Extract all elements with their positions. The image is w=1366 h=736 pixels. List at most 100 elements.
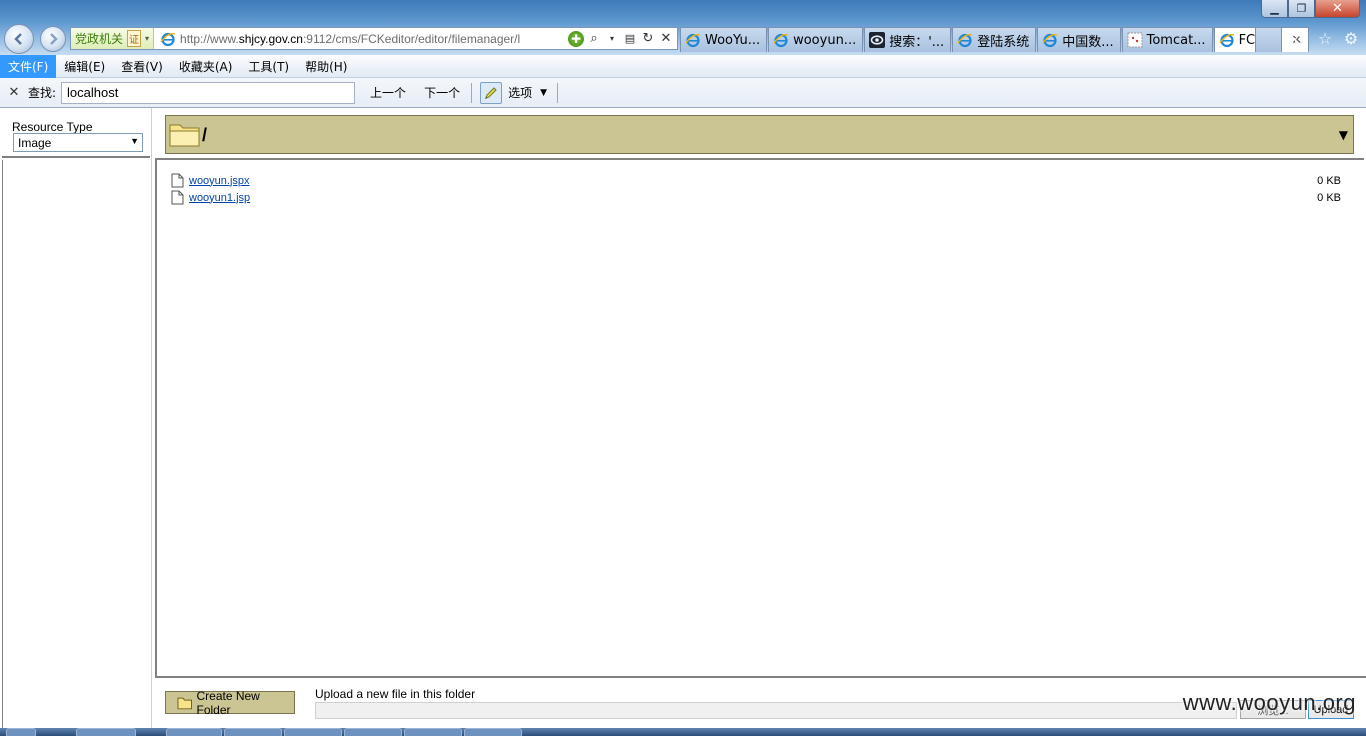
- file-icon: [171, 190, 184, 205]
- resource-type-select[interactable]: Image ▼: [13, 133, 143, 152]
- tab-wooyun[interactable]: wooyun...: [768, 27, 864, 52]
- chevron-down-icon[interactable]: ▾: [145, 34, 149, 43]
- menu-favorites[interactable]: 收藏夹(A): [171, 55, 241, 78]
- file-row: wooyun.jspx 0 KB: [171, 172, 1341, 189]
- taskbar-item[interactable]: [166, 728, 222, 736]
- menu-bar: 文件(F) 编辑(E) 查看(V) 收藏夹(A) 工具(T) 帮助(H): [0, 54, 1366, 78]
- folder-icon: [177, 697, 193, 709]
- file-icon: [171, 173, 184, 188]
- window-controls: ▁ ❐ ✕: [1261, 0, 1360, 18]
- find-label: 查找:: [28, 86, 57, 100]
- resource-type-value: Image: [18, 136, 52, 150]
- file-size: 0 KB: [1317, 174, 1341, 187]
- file-link[interactable]: wooyun1.jsp: [189, 192, 250, 204]
- tab-search[interactable]: 搜索：'...: [864, 27, 952, 52]
- taskbar-item[interactable]: [344, 728, 402, 736]
- tab-label: 登陆系统: [977, 34, 1030, 50]
- find-options-button[interactable]: 选项: [508, 84, 532, 101]
- find-bar: ✕ 查找: localhost 上一个 下一个 选项 ▼: [0, 78, 1366, 108]
- find-input[interactable]: localhost: [61, 81, 356, 104]
- close-window-button[interactable]: ✕: [1315, 0, 1360, 18]
- file-manager-page: Resource Type Image ▼ / ▼ wooyun.jspx 0 …: [0, 108, 1366, 728]
- close-find-icon[interactable]: ✕: [0, 85, 28, 100]
- file-size: 0 KB: [1317, 191, 1341, 204]
- menu-view[interactable]: 查看(V): [113, 55, 171, 78]
- folder-icon: [169, 124, 200, 147]
- find-next-button[interactable]: 下一个: [417, 84, 467, 101]
- gear-icon[interactable]: ⚙: [1342, 29, 1360, 48]
- menu-help[interactable]: 帮助(H): [297, 55, 355, 78]
- tab-label: WooYu...: [705, 32, 761, 48]
- tab-label: 中国数...: [1062, 34, 1114, 50]
- folder-dropdown-icon[interactable]: ▼: [1339, 128, 1348, 142]
- menu-tools[interactable]: 工具(T): [240, 55, 297, 78]
- resource-type-panel: Resource Type Image ▼: [2, 110, 150, 158]
- taskbar-item[interactable]: [284, 728, 342, 736]
- highlight-pen-icon[interactable]: [480, 81, 503, 104]
- forward-button[interactable]: [40, 26, 66, 52]
- tab-label: Tomcat...: [1146, 32, 1206, 48]
- create-new-folder-label: Create New Folder: [196, 688, 260, 717]
- divider: [471, 82, 473, 103]
- menu-file[interactable]: 文件(F): [0, 54, 57, 78]
- ie-page-icon: [160, 32, 176, 46]
- compatibility-view-icon[interactable]: ✚: [568, 30, 584, 47]
- tab-label: wooyun...: [793, 32, 857, 48]
- ie-icon: [685, 33, 701, 48]
- back-button[interactable]: [4, 24, 34, 54]
- tab-china-data[interactable]: 中国数...: [1037, 27, 1121, 52]
- arrow-left-icon: [14, 33, 22, 45]
- stop-icon[interactable]: ✕: [658, 31, 674, 47]
- certificate-zone[interactable]: 党政机关 证 ▾: [71, 28, 155, 49]
- watermark: www.wooyun.org: [1182, 690, 1356, 715]
- file-list: wooyun.jspx 0 KB wooyun1.jsp 0 KB: [155, 158, 1364, 676]
- create-new-folder-button[interactable]: Create New Folder: [165, 688, 295, 717]
- cert-badge-icon: 证: [127, 30, 142, 47]
- page-view-icon[interactable]: ▤: [622, 31, 638, 47]
- chevron-down-icon[interactable]: ▾: [604, 31, 620, 47]
- current-folder-bar: / ▼: [165, 115, 1354, 154]
- ie-icon: [1219, 33, 1234, 48]
- left-pane: Resource Type Image ▼: [0, 108, 152, 728]
- taskbar: [0, 728, 1366, 736]
- ie-icon: [1042, 33, 1058, 48]
- taskbar-item[interactable]: [76, 728, 136, 736]
- current-path: /: [202, 125, 208, 145]
- search-icon[interactable]: ⌕: [586, 31, 602, 47]
- ie-icon: [773, 33, 789, 48]
- taskbar-item[interactable]: [404, 728, 462, 736]
- eye-icon: [869, 32, 886, 48]
- start-orb-icon[interactable]: [6, 728, 36, 736]
- divider: [557, 82, 559, 103]
- tab-tomcat[interactable]: Tomcat...: [1121, 27, 1213, 52]
- home-icon[interactable]: ⌂: [1290, 29, 1308, 48]
- menu-edit[interactable]: 编辑(E): [56, 55, 113, 78]
- url-text[interactable]: http://www.shjcy.gov.cn:9112/cms/FCKedit…: [180, 32, 568, 46]
- chevron-down-icon: ▼: [130, 136, 139, 146]
- address-bar[interactable]: 党政机关 证 ▾ http://www.shjcy.gov.cn:9112/cm…: [70, 27, 678, 50]
- favorites-star-icon[interactable]: ☆: [1316, 29, 1334, 48]
- upload-label: Upload a new file in this folder: [315, 687, 476, 701]
- tab-strip: WooYu... wooyun... 搜索：'... 登陆系统 中国数... T…: [680, 27, 1310, 52]
- chevron-down-icon[interactable]: ▼: [540, 88, 547, 98]
- maximize-button[interactable]: ❐: [1288, 0, 1315, 18]
- browser-title-bar: 党政机关 证 ▾ http://www.shjcy.gov.cn:9112/cm…: [0, 0, 1366, 55]
- arrow-right-icon: [50, 33, 58, 45]
- file-link[interactable]: wooyun.jspx: [189, 175, 250, 187]
- upload-file-input[interactable]: [315, 702, 1237, 719]
- file-row: wooyun1.jsp 0 KB: [171, 189, 1341, 206]
- minimize-button[interactable]: ▁: [1261, 0, 1288, 18]
- tab-wooyu[interactable]: WooYu...: [680, 27, 768, 52]
- cert-label: 党政机关: [75, 32, 124, 46]
- taskbar-item[interactable]: [464, 728, 522, 736]
- resource-type-label: Resource Type: [12, 120, 93, 134]
- new-tab-button[interactable]: [1255, 27, 1282, 52]
- ie-command-icons: ⌂ ☆ ⚙: [1290, 29, 1360, 48]
- find-previous-button[interactable]: 上一个: [363, 84, 413, 101]
- ie-icon: [957, 33, 973, 48]
- refresh-icon[interactable]: ↻: [640, 31, 656, 47]
- tab-login[interactable]: 登陆系统: [952, 27, 1037, 52]
- folder-tree-pane: [2, 160, 150, 728]
- taskbar-item[interactable]: [224, 728, 282, 736]
- tomcat-icon: [1127, 32, 1143, 48]
